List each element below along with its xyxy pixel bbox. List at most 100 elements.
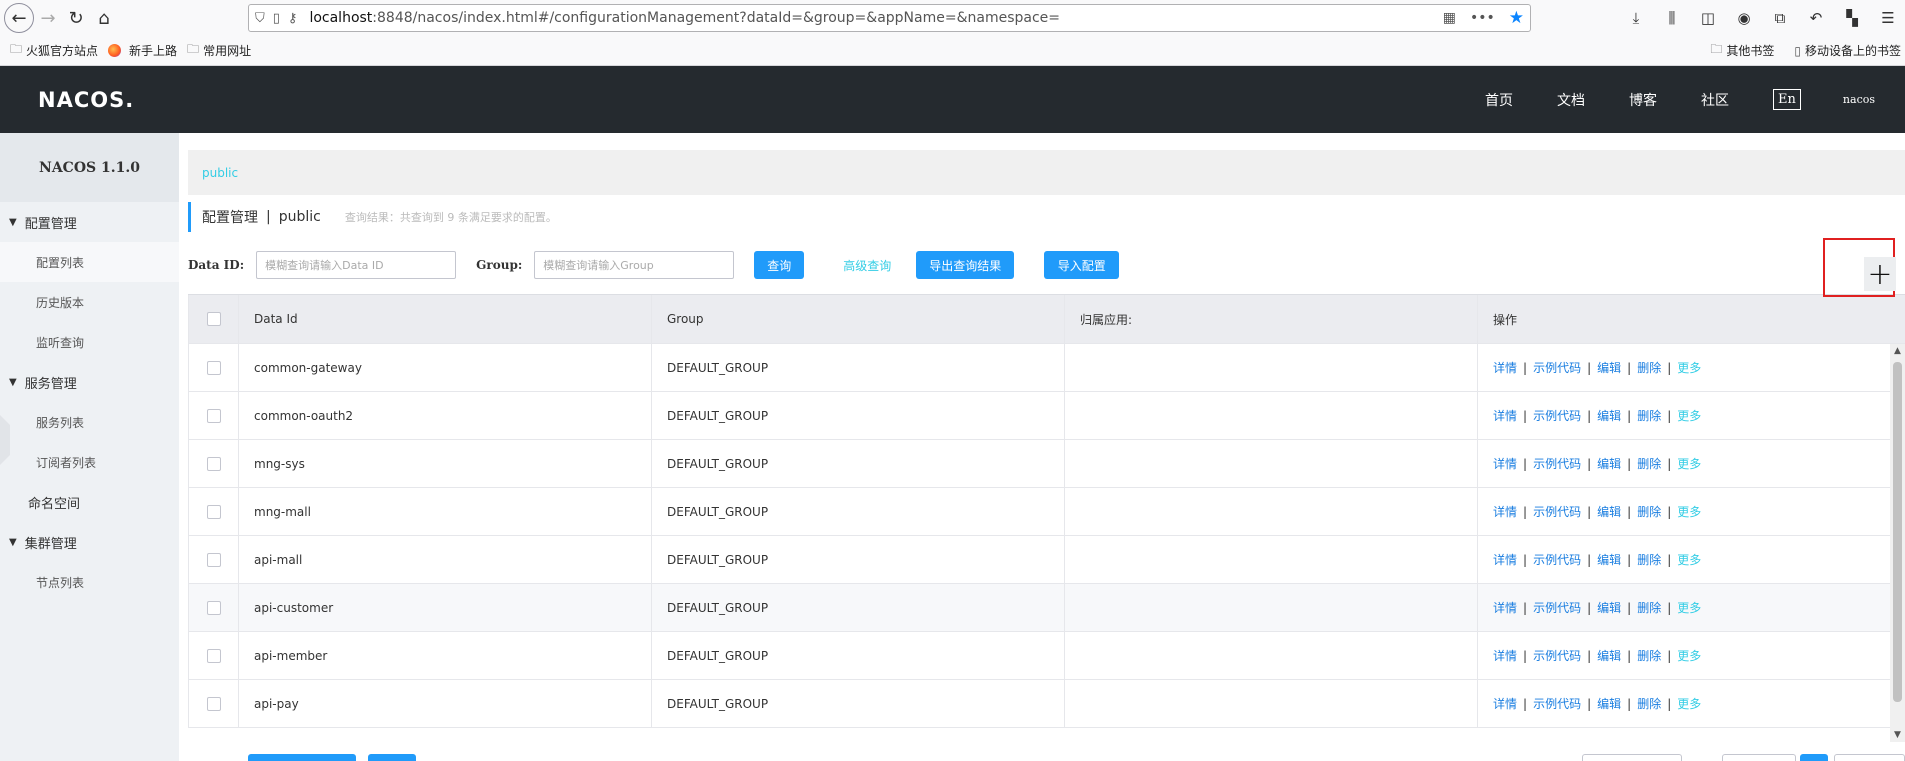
language-switch[interactable]: En <box>1773 89 1801 110</box>
nav-home[interactable]: 首页 <box>1485 90 1513 110</box>
op-detail-link[interactable]: 详情 <box>1493 599 1517 616</box>
op-more-link[interactable]: 更多 <box>1677 599 1701 616</box>
menu-icon[interactable]: ☰ <box>1875 5 1901 31</box>
op-delete-link[interactable]: 删除 <box>1637 407 1661 424</box>
query-button[interactable]: 查询 <box>754 251 805 279</box>
pagination-prev[interactable] <box>1722 754 1796 761</box>
op-delete-link[interactable]: 删除 <box>1637 695 1661 712</box>
op-sample-code-link[interactable]: 示例代码 <box>1533 503 1581 520</box>
op-more-link[interactable]: 更多 <box>1677 455 1701 472</box>
op-edit-link[interactable]: 编辑 <box>1597 455 1621 472</box>
op-more-link[interactable]: 更多 <box>1677 551 1701 568</box>
header-data-id[interactable]: Data Id <box>239 295 652 343</box>
sidebar-item-subscribers[interactable]: 订阅者列表 <box>0 442 179 482</box>
sidebar-item-nodes[interactable]: 节点列表 <box>0 562 179 602</box>
op-delete-link[interactable]: 删除 <box>1637 455 1661 472</box>
shield-icon[interactable]: ⛉ <box>255 11 265 26</box>
undo-icon[interactable]: ↶ <box>1803 5 1829 31</box>
back-arrow-icon[interactable]: ← <box>4 3 34 33</box>
add-config-button[interactable]: + <box>1864 257 1896 292</box>
sidebar-item-service-list[interactable]: 服务列表 <box>0 402 179 442</box>
library-icon[interactable]: ⫼ <box>1659 5 1685 31</box>
bookmark-item[interactable]: 🗀 常用网址 <box>187 40 251 61</box>
bookmark-item[interactable]: 🗀 其他书签 <box>1710 40 1774 61</box>
sidebar-item-namespace[interactable]: 命名空间 <box>0 482 179 522</box>
user-name[interactable]: nacos <box>1843 93 1875 106</box>
bookmark-item[interactable]: 🗀 火狐官方站点 <box>10 40 98 61</box>
more-dots-icon[interactable]: ••• <box>1470 10 1495 26</box>
pagination-page-1[interactable] <box>1800 754 1828 761</box>
download-icon[interactable]: ⤓ <box>1623 5 1649 31</box>
op-edit-link[interactable]: 编辑 <box>1597 599 1621 616</box>
row-checkbox[interactable] <box>206 552 221 567</box>
row-checkbox[interactable] <box>206 360 221 375</box>
op-sample-code-link[interactable]: 示例代码 <box>1533 551 1581 568</box>
reload-icon[interactable]: ↻ <box>62 4 90 32</box>
op-detail-link[interactable]: 详情 <box>1493 695 1517 712</box>
op-detail-link[interactable]: 详情 <box>1493 551 1517 568</box>
delete-selected-button[interactable] <box>248 754 356 761</box>
sidebar-group-config[interactable]: ▼ 配置管理 <box>0 202 179 242</box>
forward-arrow-icon[interactable]: → <box>34 4 62 32</box>
op-sample-code-link[interactable]: 示例代码 <box>1533 455 1581 472</box>
sidebar-group-cluster[interactable]: ▼ 集群管理 <box>0 522 179 562</box>
sidebar-item-history[interactable]: 历史版本 <box>0 282 179 322</box>
nav-blog[interactable]: 博客 <box>1629 90 1657 110</box>
op-detail-link[interactable]: 详情 <box>1493 647 1517 664</box>
op-edit-link[interactable]: 编辑 <box>1597 695 1621 712</box>
extensions-icon[interactable]: ▚ <box>1839 5 1865 31</box>
op-more-link[interactable]: 更多 <box>1677 359 1701 376</box>
op-detail-link[interactable]: 详情 <box>1493 359 1517 376</box>
row-checkbox[interactable] <box>206 408 221 423</box>
op-edit-link[interactable]: 编辑 <box>1597 407 1621 424</box>
sidebar-item-config-list[interactable]: 配置列表 <box>0 242 179 282</box>
row-checkbox[interactable] <box>206 696 221 711</box>
op-sample-code-link[interactable]: 示例代码 <box>1533 407 1581 424</box>
op-more-link[interactable]: 更多 <box>1677 407 1701 424</box>
op-detail-link[interactable]: 详情 <box>1493 455 1517 472</box>
select-all-checkbox[interactable] <box>206 312 221 326</box>
op-delete-link[interactable]: 删除 <box>1637 647 1661 664</box>
bookmark-item[interactable]: 新手上路 <box>108 42 177 59</box>
op-edit-link[interactable]: 编辑 <box>1597 647 1621 664</box>
row-checkbox[interactable] <box>206 648 221 663</box>
sidebar-group-service[interactable]: ▼ 服务管理 <box>0 362 179 402</box>
namespace-tab-public[interactable]: public <box>202 166 238 180</box>
op-delete-link[interactable]: 删除 <box>1637 359 1661 376</box>
op-edit-link[interactable]: 编辑 <box>1597 503 1621 520</box>
op-detail-link[interactable]: 详情 <box>1493 407 1517 424</box>
pagination-next[interactable] <box>1834 754 1905 761</box>
advanced-query-link[interactable]: 高级查询 <box>843 257 891 274</box>
dataid-input[interactable] <box>256 251 457 279</box>
op-sample-code-link[interactable]: 示例代码 <box>1533 599 1581 616</box>
op-edit-link[interactable]: 编辑 <box>1597 359 1621 376</box>
scroll-down-icon[interactable]: ▼ <box>1890 730 1905 740</box>
address-bar[interactable]: ⛉ ▯ ⚷ localhost:8848/nacos/index.html#/c… <box>248 4 1531 32</box>
scroll-up-icon[interactable]: ▲ <box>1890 346 1905 356</box>
row-checkbox[interactable] <box>206 600 221 615</box>
nav-community[interactable]: 社区 <box>1701 90 1729 110</box>
op-delete-link[interactable]: 删除 <box>1637 599 1661 616</box>
row-checkbox[interactable] <box>206 504 221 519</box>
row-checkbox[interactable] <box>206 456 221 471</box>
op-edit-link[interactable]: 编辑 <box>1597 551 1621 568</box>
export-results-button[interactable]: 导出查询结果 <box>916 251 1015 279</box>
header-group[interactable]: Group <box>652 295 1065 343</box>
import-config-button[interactable]: 导入配置 <box>1044 251 1120 279</box>
op-more-link[interactable]: 更多 <box>1677 503 1701 520</box>
op-sample-code-link[interactable]: 示例代码 <box>1533 695 1581 712</box>
clone-button[interactable] <box>368 754 416 761</box>
op-delete-link[interactable]: 删除 <box>1637 551 1661 568</box>
page-size-select[interactable] <box>1582 754 1682 761</box>
qr-code-icon[interactable]: ▦ <box>1443 10 1456 26</box>
scrollbar-thumb[interactable] <box>1893 362 1902 702</box>
sidebar-item-listener[interactable]: 监听查询 <box>0 322 179 362</box>
table-scrollbar[interactable]: ▲ ▼ <box>1890 344 1905 742</box>
bookmark-star-icon[interactable]: ★ <box>1509 8 1524 28</box>
group-input[interactable] <box>534 251 735 279</box>
nacos-logo[interactable]: NACOS. <box>38 88 134 112</box>
sidebar-icon[interactable]: ◫ <box>1695 5 1721 31</box>
screenshot-icon[interactable]: ⧉ <box>1767 5 1793 31</box>
bookmark-item[interactable]: ▯ 移动设备上的书签 <box>1794 40 1901 61</box>
op-sample-code-link[interactable]: 示例代码 <box>1533 359 1581 376</box>
